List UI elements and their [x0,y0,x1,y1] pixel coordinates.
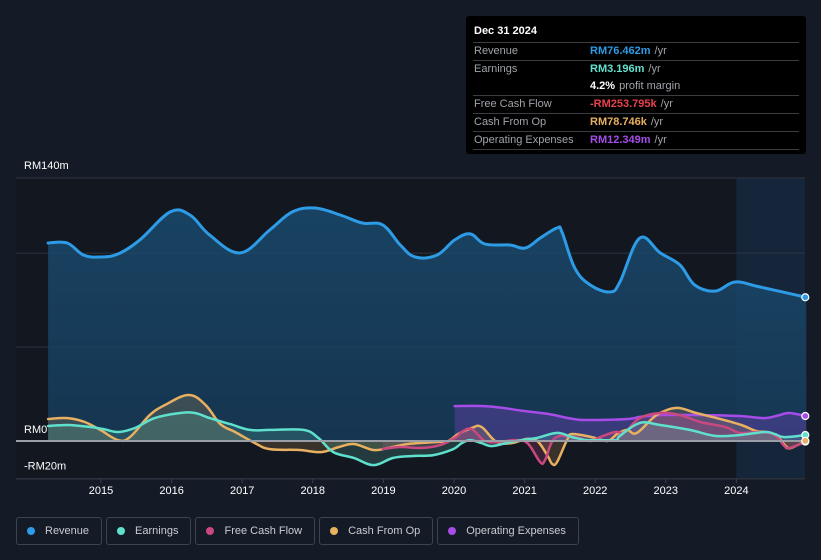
tooltip-row-value: -RM253.795k [590,98,657,110]
tooltip-row-label: Earnings [474,63,518,75]
tooltip-row: Cash From Op RM78.746k/yr [473,113,799,131]
legend-dot-icon [448,527,457,535]
tooltip-row-value: 4.2% [590,80,616,92]
x-axis-label: 2020 [442,485,466,497]
operating-expenses-end-dot [801,411,810,421]
tooltip-row-unit: /yr [654,134,667,146]
x-axis-label: 2015 [89,485,113,497]
tooltip-row: Revenue RM76.462m/yr [473,42,799,60]
x-axis-label: 2021 [512,485,536,497]
x-axis-label: 2022 [583,485,607,497]
x-axis-label: 2024 [724,485,748,497]
tooltip-row-value: RM3.196m [590,63,645,75]
tooltip-date: Dec 31 2024 [474,25,537,37]
tooltip-row-value: RM78.746k [590,116,647,128]
tooltip-row-label [473,78,590,95]
tooltip-row-unit: profit margin [619,80,681,92]
tooltip-row-label: Cash From Op [474,116,547,128]
tooltip-row-value: RM76.462m [590,45,651,57]
tooltip-row-label: Free Cash Flow [474,98,552,110]
tooltip-row-value: RM12.349m [590,134,651,146]
revenue-end-dot [801,293,810,302]
x-axis-label: 2023 [654,485,678,497]
tooltip-row: Earnings RM3.196m/yr [473,60,799,78]
tooltip-row-unit: /yr [650,116,664,128]
legend-label: Earnings [135,525,179,537]
x-axis-label: 2018 [301,485,325,497]
tooltip-panel: Dec 31 2024 Revenue RM76.462m/yr Earnings R… [466,16,806,154]
legend-item-operating-expenses[interactable]: Operating Expenses [437,517,579,545]
x-axis-label: 2019 [371,485,395,497]
tooltip-row-unit: /yr [648,63,661,75]
y-axis-label: RM0 [24,424,47,436]
legend-dot-icon [117,527,126,535]
x-axis-label: 2016 [159,485,183,497]
tooltip-row-unit: /yr [654,45,667,57]
legend-item-free-cash-flow[interactable]: Free Cash Flow [195,517,316,545]
tooltip-row-unit: /yr [660,98,673,110]
legend-dot-icon [330,527,339,535]
y-axis-label: -RM20m [24,461,66,473]
tooltip-row: 4.2% profit margin [473,78,799,95]
legend-label: Operating Expenses [466,525,566,537]
legend-label: Cash From Op [348,525,421,537]
legend-dot-icon [27,527,35,535]
cash-from-op-end-dot [801,436,810,445]
legend-label: Revenue [45,525,90,537]
x-axis-label: 2017 [230,485,254,497]
y-axis-label: RM140m [24,160,69,172]
legend: Revenue Earnings Free Cash Flow Cash From O… [16,517,579,545]
legend-item-earnings[interactable]: Earnings [106,517,192,545]
legend-item-revenue[interactable]: Revenue [16,517,103,545]
legend-dot-icon [206,527,215,535]
legend-label: Free Cash Flow [224,525,303,537]
legend-item-cash-from-op[interactable]: Cash From Op [319,517,434,545]
tooltip-row-label: Operating Expenses [474,134,574,146]
tooltip-row: Free Cash Flow -RM253.795k/yr [473,95,799,113]
tooltip-row: Operating Expenses RM12.349m/yr [473,131,799,150]
tooltip-row-label: Revenue [474,45,519,57]
